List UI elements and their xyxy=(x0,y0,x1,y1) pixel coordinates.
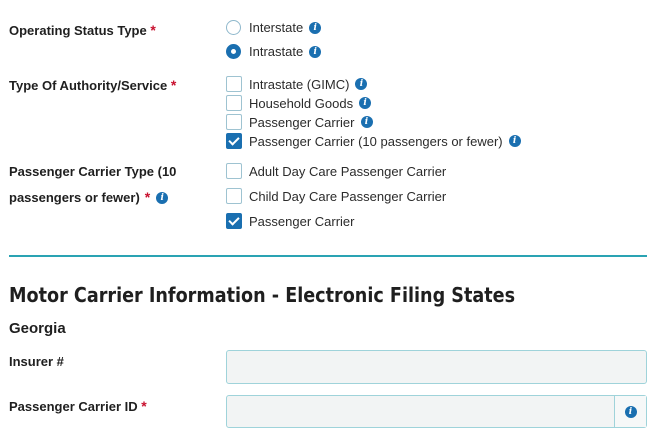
radio-intrastate-label: Intrastate xyxy=(249,44,304,59)
checkbox-passenger-carrier-10-control[interactable] xyxy=(226,133,242,149)
radio-interstate[interactable]: Interstate i xyxy=(226,20,322,35)
checkbox-adult-day-care-control[interactable] xyxy=(226,163,242,179)
checkbox-household-goods-control[interactable] xyxy=(226,95,242,111)
insurer-label: Insurer # xyxy=(9,351,64,372)
operating-status-label-text: Operating Status Type xyxy=(9,23,147,38)
checkbox-passenger-carrier-control[interactable] xyxy=(226,114,242,130)
checkbox-household-goods-label: Household Goods xyxy=(249,95,354,111)
checkbox-passenger-carrier[interactable]: Passenger Carrier i xyxy=(226,114,373,130)
info-icon[interactable]: i xyxy=(309,45,322,58)
checkbox-child-day-care[interactable]: Child Day Care Passenger Carrier xyxy=(226,188,446,204)
info-icon[interactable]: i xyxy=(355,78,368,90)
radio-interstate-control[interactable] xyxy=(226,20,241,35)
info-icon[interactable]: i xyxy=(309,21,322,34)
insurer-label-text: Insurer # xyxy=(9,354,64,369)
checkbox-intrastate-gimc-label: Intrastate (GIMC) xyxy=(249,76,350,92)
required-asterisk: * xyxy=(141,398,147,414)
checkbox-intrastate-gimc[interactable]: Intrastate (GIMC) i xyxy=(226,76,368,92)
state-heading: Georgia xyxy=(9,320,66,337)
checkbox-child-day-care-control[interactable] xyxy=(226,188,242,204)
passenger-type-label-line1: Passenger Carrier Type (10 xyxy=(9,164,177,179)
info-icon[interactable]: i xyxy=(360,116,373,128)
checkbox-adult-day-care[interactable]: Adult Day Care Passenger Carrier xyxy=(226,163,446,179)
section-title: Motor Carrier Information - Electronic F… xyxy=(9,283,516,307)
info-icon[interactable]: i xyxy=(624,405,637,418)
required-asterisk: * xyxy=(150,22,156,38)
insurer-input[interactable] xyxy=(226,350,647,384)
info-icon[interactable]: i xyxy=(359,97,372,109)
authority-label: Type Of Authority/Service * xyxy=(9,75,176,96)
passenger-type-label: Passenger Carrier Type (10 passengers or… xyxy=(9,161,176,208)
authority-label-text: Type Of Authority/Service xyxy=(9,78,168,93)
radio-intrastate-control[interactable] xyxy=(226,44,241,59)
info-icon[interactable]: i xyxy=(508,135,521,147)
checkbox-passenger-carrier-10-label: Passenger Carrier (10 passengers or fewe… xyxy=(249,133,503,149)
passenger-carrier-id-label-text: Passenger Carrier ID xyxy=(9,399,138,414)
checkbox-passenger-carrier-label: Passenger Carrier xyxy=(249,114,355,130)
passenger-carrier-id-input[interactable] xyxy=(227,396,614,427)
checkbox-child-day-care-label: Child Day Care Passenger Carrier xyxy=(249,188,447,204)
radio-interstate-label: Interstate xyxy=(249,20,304,35)
operating-status-label: Operating Status Type * xyxy=(9,20,156,41)
required-asterisk: * xyxy=(170,77,177,93)
info-icon[interactable]: i xyxy=(156,191,169,204)
checkbox-passenger-carrier-type[interactable]: Passenger Carrier xyxy=(226,213,355,229)
checkbox-intrastate-gimc-control[interactable] xyxy=(226,76,242,92)
checkbox-passenger-carrier-10[interactable]: Passenger Carrier (10 passengers or fewe… xyxy=(226,133,521,149)
passenger-type-label-line2: passengers or fewer) xyxy=(9,190,140,205)
checkbox-passenger-carrier-type-control[interactable] xyxy=(226,213,242,229)
section-divider xyxy=(9,255,647,257)
passenger-carrier-id-label: Passenger Carrier ID * xyxy=(9,396,147,417)
checkbox-household-goods[interactable]: Household Goods i xyxy=(226,95,372,111)
passenger-carrier-id-field: i xyxy=(226,395,647,428)
checkbox-adult-day-care-label: Adult Day Care Passenger Carrier xyxy=(249,163,447,179)
checkbox-passenger-carrier-type-label: Passenger Carrier xyxy=(249,213,355,229)
required-asterisk: * xyxy=(144,189,151,205)
radio-intrastate[interactable]: Intrastate i xyxy=(226,44,322,59)
passenger-carrier-id-info-addon[interactable]: i xyxy=(614,396,646,427)
